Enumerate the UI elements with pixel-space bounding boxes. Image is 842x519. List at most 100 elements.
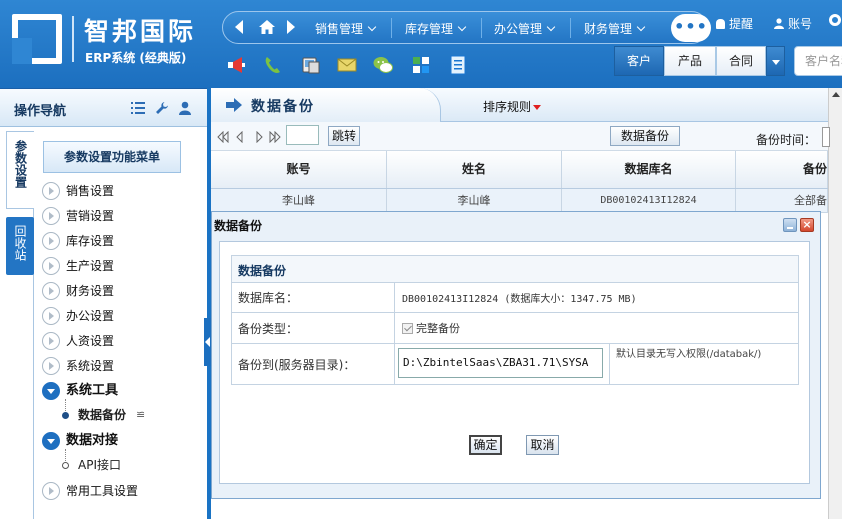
confirm-button[interactable]: 确定 bbox=[469, 435, 502, 455]
sidebar-collapse-handle[interactable] bbox=[204, 318, 211, 366]
caret-down-icon bbox=[533, 105, 542, 110]
minimize-icon[interactable] bbox=[783, 218, 797, 232]
vtab-parameter-settings[interactable]: 参数设置 bbox=[6, 131, 34, 209]
dialog-body: 数据备份 数据库名： DB00102413I12824 (数据库大小：1347.… bbox=[219, 241, 810, 484]
remind-link[interactable]: 提醒 bbox=[716, 15, 753, 32]
sidebar-title: 操作导航 bbox=[14, 104, 67, 119]
page-number-input[interactable] bbox=[286, 125, 319, 145]
chevron-down-icon bbox=[546, 22, 556, 32]
logo-divider bbox=[72, 16, 74, 62]
form-row-backup-path: 备份到(服务器目录)： D:\ZbintelSaas\ZBA31.71\SYSA… bbox=[232, 344, 798, 385]
app-header: 智邦国际 ERP系统 (经典版) 销售管理 库存管理 办公管理 财务管理 •••… bbox=[0, 0, 842, 88]
nav-sales[interactable]: 销售管理 bbox=[315, 20, 377, 37]
database-value: DB00102413I12824 (数据库大小：1347.75 MB) bbox=[402, 294, 637, 305]
table-row[interactable]: 李山峰 李山峰 DB00102413I12824 全部备 bbox=[211, 189, 828, 213]
list-toolbar: 跳转 数据备份 备份时间： bbox=[211, 122, 830, 151]
wrench-icon[interactable] bbox=[155, 101, 169, 115]
sort-rule-dropdown[interactable]: 排序规则 bbox=[483, 98, 542, 115]
column-header-account[interactable]: 账号 bbox=[211, 151, 387, 188]
vtab-recycle-bin[interactable]: 回收站 bbox=[6, 217, 34, 275]
table-header: 账号 姓名 数据库名 备份 bbox=[211, 151, 828, 189]
sidebar-header: 操作导航 bbox=[0, 89, 207, 127]
nav-divider bbox=[391, 18, 392, 38]
wechat-icon[interactable] bbox=[372, 54, 394, 76]
sidebar-menu-panel: 参数设置功能菜单 销售设置 营销设置 库存设置 生产设置 财务设置 办公设置 人… bbox=[34, 131, 204, 519]
nav-finance[interactable]: 财务管理 bbox=[584, 20, 646, 37]
backup-type-label: 备份类型： bbox=[232, 313, 395, 343]
full-backup-checkbox[interactable]: 完整备份 bbox=[402, 313, 460, 343]
backup-path-input[interactable]: D:\ZbintelSaas\ZBA31.71\SYSA bbox=[398, 348, 603, 378]
logo-icon bbox=[12, 14, 62, 64]
form-header-row: 数据备份 bbox=[232, 256, 798, 283]
nav-prev-icon[interactable] bbox=[235, 20, 243, 34]
user-icon bbox=[774, 18, 784, 29]
form-title: 数据备份 bbox=[238, 264, 287, 278]
user-icon[interactable] bbox=[178, 101, 192, 115]
brand-subtitle: ERP系统 (经典版) bbox=[85, 51, 187, 65]
home-icon[interactable] bbox=[258, 19, 276, 35]
collapse-arrow-icon bbox=[42, 382, 60, 400]
expand-arrow-icon bbox=[42, 357, 60, 375]
pager-icon[interactable] bbox=[217, 131, 281, 143]
expand-arrow-icon bbox=[42, 182, 60, 200]
collapse-arrow-icon bbox=[42, 432, 60, 450]
nav-inventory[interactable]: 库存管理 bbox=[405, 20, 467, 37]
gear-icon bbox=[829, 14, 841, 26]
expand-arrow-icon bbox=[42, 282, 60, 300]
nav-more-button[interactable]: ••• bbox=[671, 14, 711, 42]
nav-office[interactable]: 办公管理 bbox=[494, 20, 556, 37]
form-row-database: 数据库名： DB00102413I12824 (数据库大小：1347.75 MB… bbox=[232, 283, 798, 313]
expand-arrow-icon bbox=[42, 307, 60, 325]
segment-contract[interactable]: 合同 bbox=[716, 46, 766, 76]
expand-arrow-icon bbox=[42, 482, 60, 500]
column-header-name[interactable]: 姓名 bbox=[387, 151, 562, 188]
close-icon[interactable]: × bbox=[800, 218, 814, 232]
nav-next-icon[interactable] bbox=[287, 20, 295, 34]
page-title: 数据备份 bbox=[251, 99, 315, 115]
scroll-up-icon[interactable] bbox=[832, 92, 840, 97]
favorite-icon[interactable]: ≌ bbox=[136, 405, 145, 425]
bullet-icon bbox=[62, 412, 69, 419]
segment-product[interactable]: 产品 bbox=[664, 46, 716, 76]
backup-time-input[interactable] bbox=[822, 127, 830, 147]
search-input[interactable]: 客户名称 bbox=[794, 46, 842, 76]
vertical-scrollbar[interactable] bbox=[828, 88, 842, 519]
column-header-backup[interactable]: 备份 bbox=[736, 151, 828, 188]
brand-title: 智邦国际 bbox=[84, 17, 197, 46]
expand-arrow-icon bbox=[42, 232, 60, 250]
backup-path-note: 默认目录无写入权限(/databak/) bbox=[609, 344, 797, 385]
cancel-button[interactable]: 取消 bbox=[526, 435, 559, 455]
settings-button[interactable] bbox=[829, 14, 841, 29]
segment-dropdown-button[interactable] bbox=[766, 46, 785, 76]
top-navigation: 销售管理 库存管理 办公管理 财务管理 ••• bbox=[222, 11, 711, 44]
column-header-database[interactable]: 数据库名 bbox=[562, 151, 736, 188]
backup-form: 数据备份 数据库名： DB00102413I12824 (数据库大小：1347.… bbox=[231, 255, 799, 385]
backup-path-label: 备份到(服务器目录)： bbox=[232, 344, 395, 385]
expand-arrow-icon bbox=[42, 207, 60, 225]
mail-icon[interactable] bbox=[336, 54, 358, 76]
page-header: 数据备份 排序规则 bbox=[211, 88, 828, 122]
settings-menu-button[interactable]: 参数设置功能菜单 bbox=[43, 141, 181, 173]
account-link[interactable]: 账号 bbox=[774, 15, 812, 32]
chevron-down-icon bbox=[367, 22, 377, 32]
cell-backup: 全部备 bbox=[736, 189, 828, 212]
data-backup-button[interactable]: 数据备份 bbox=[610, 126, 680, 146]
cell-account: 李山峰 bbox=[211, 189, 387, 212]
phone-icon[interactable] bbox=[262, 54, 284, 76]
arrow-right-icon bbox=[226, 98, 242, 112]
document-icon[interactable] bbox=[447, 54, 469, 76]
chevron-down-icon bbox=[457, 22, 467, 32]
expand-arrow-icon bbox=[42, 257, 60, 275]
bell-icon bbox=[716, 19, 725, 29]
checkbox-icon bbox=[402, 322, 413, 334]
megaphone-icon[interactable] bbox=[226, 54, 248, 76]
nav-divider bbox=[481, 18, 482, 38]
grid-icon[interactable] bbox=[410, 54, 432, 76]
jump-button[interactable]: 跳转 bbox=[328, 126, 360, 146]
list-icon[interactable] bbox=[131, 101, 145, 115]
nav-divider bbox=[570, 18, 571, 38]
device-icon[interactable] bbox=[300, 54, 322, 76]
segment-customer[interactable]: 客户 bbox=[614, 46, 664, 76]
sidebar-vertical-tabs: 参数设置 回收站 bbox=[6, 131, 34, 519]
backup-dialog: 数据备份 × 数据备份 数据库名： DB00102413I12824 (数据库大… bbox=[211, 211, 821, 499]
